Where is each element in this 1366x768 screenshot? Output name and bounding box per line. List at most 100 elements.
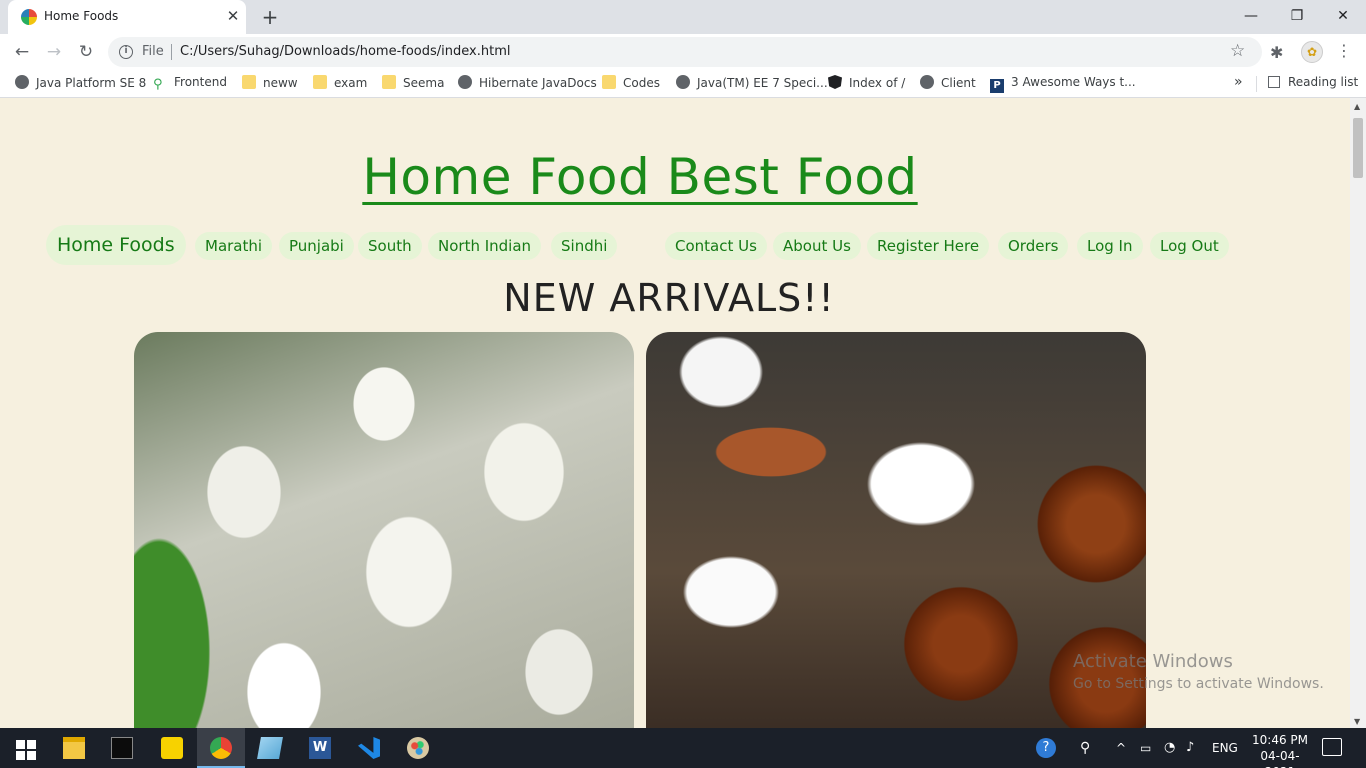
show-hidden-icons-icon[interactable]: ^ — [1116, 728, 1126, 768]
scroll-down-icon[interactable]: ▼ — [1354, 717, 1360, 726]
bookmark-item[interactable]: Java Platform SE 8 — [15, 75, 146, 93]
people-icon[interactable]: ⚲ — [1080, 728, 1090, 768]
folder-icon — [382, 75, 396, 89]
volume-icon[interactable]: ♪ — [1186, 728, 1194, 768]
nav-punjabi[interactable]: Punjabi — [279, 232, 354, 260]
bookmark-item[interactable]: exam — [313, 75, 367, 93]
nav-orders[interactable]: Orders — [998, 232, 1069, 260]
scroll-up-icon[interactable]: ▲ — [1354, 102, 1360, 111]
bookmark-label: Codes — [623, 76, 660, 90]
extensions-icon[interactable]: ✱ — [1270, 43, 1283, 62]
bookmark-label: Frontend — [174, 75, 227, 89]
site-favicon-icon — [21, 9, 37, 25]
clock-date: 04-04-2021 — [1260, 749, 1300, 768]
map-pin-icon: ⚲ — [153, 77, 163, 92]
bookmark-item[interactable]: Codes — [602, 75, 660, 93]
clock-time: 10:46 PM — [1252, 733, 1308, 747]
terminal-icon — [111, 737, 133, 759]
nav-marathi[interactable]: Marathi — [195, 232, 273, 260]
angular-icon — [828, 75, 842, 89]
wifi-icon[interactable]: ◔ — [1164, 728, 1175, 768]
maximize-button[interactable]: ❐ — [1282, 4, 1312, 28]
profile-avatar[interactable]: ✿ — [1301, 41, 1323, 63]
bookmark-label: Index of / — [849, 76, 906, 90]
bookmark-item[interactable]: Java(TM) EE 7 Speci... — [676, 75, 828, 93]
bookmark-item[interactable]: Index of / — [828, 75, 905, 93]
globe-icon — [676, 75, 690, 89]
battery-icon[interactable]: ▭ — [1140, 728, 1151, 768]
nav-contact-us[interactable]: Contact Us — [665, 232, 767, 260]
page-viewport: Home Food Best Food Home Foods Marathi P… — [0, 98, 1350, 728]
taskbar-media-player[interactable] — [148, 728, 196, 768]
omnibox-divider — [171, 44, 172, 60]
windows-taskbar: W ? ⚲ ^ ▭ ◔ ♪ ENG 10:46 PM 04-04-2021 — [0, 728, 1366, 768]
bookmark-item[interactable]: P 3 Awesome Ways t... — [990, 75, 1136, 93]
reading-list-label: Reading list — [1288, 75, 1359, 89]
taskbar-terminal[interactable] — [98, 728, 146, 768]
info-icon[interactable]: i — [119, 45, 133, 59]
vscode-icon — [358, 737, 380, 759]
reload-button[interactable]: ↻ — [74, 40, 98, 64]
nav-register-here[interactable]: Register Here — [867, 232, 990, 260]
taskbar-word[interactable]: W — [296, 728, 344, 768]
bookmark-item[interactable]: neww — [242, 75, 298, 93]
reading-list-icon — [1268, 76, 1280, 88]
modak-food-image[interactable] — [134, 332, 634, 728]
bookmark-label: exam — [334, 76, 368, 90]
address-bar[interactable]: i File C:/Users/Suhag/Downloads/home-foo… — [108, 37, 1262, 67]
nav-south[interactable]: South — [358, 232, 422, 260]
taskbar-chrome[interactable] — [197, 728, 245, 768]
scroll-thumb[interactable] — [1353, 118, 1363, 178]
browser-tab[interactable]: Home Foods ✕ — [8, 0, 246, 34]
folder-icon — [602, 75, 616, 89]
notepad-icon — [257, 737, 283, 759]
media-player-icon — [161, 737, 183, 759]
nav-about-us[interactable]: About Us — [773, 232, 861, 260]
forward-button[interactable]: → — [42, 40, 66, 64]
activate-windows-watermark: Activate Windows Go to Settings to activ… — [1073, 651, 1324, 692]
site-title-link[interactable]: Home Food Best Food — [0, 148, 1280, 206]
bookmark-label: Client — [941, 76, 976, 90]
nav-log-out[interactable]: Log Out — [1150, 232, 1229, 260]
folder-icon — [242, 75, 256, 89]
bookmark-label: Java(TM) EE 7 Speci... — [697, 76, 828, 90]
bookmark-item[interactable]: ⚲ Frontend — [153, 75, 227, 93]
bookmark-item[interactable]: Hibernate JavaDocs — [458, 75, 597, 93]
more-bookmarks-icon[interactable]: » — [1234, 74, 1243, 90]
new-tab-button[interactable]: + — [258, 5, 282, 29]
notifications-icon[interactable] — [1322, 738, 1342, 756]
page-scrollbar[interactable]: ▲ ▼ — [1350, 98, 1366, 728]
bookmark-item[interactable]: Seema — [382, 75, 444, 93]
browser-menu-icon[interactable]: ⋮ — [1336, 41, 1352, 60]
language-indicator[interactable]: ENG — [1212, 728, 1238, 768]
bookmark-star-icon[interactable]: ☆ — [1230, 41, 1245, 61]
url-text[interactable]: C:/Users/Suhag/Downloads/home-foods/inde… — [180, 44, 510, 59]
nav-home-foods[interactable]: Home Foods — [46, 225, 186, 265]
system-clock[interactable]: 10:46 PM 04-04-2021 — [1248, 732, 1312, 768]
taskbar-file-explorer[interactable] — [50, 728, 98, 768]
reading-list-button[interactable]: Reading list — [1268, 75, 1358, 89]
nav-sindhi[interactable]: Sindhi — [551, 232, 618, 260]
watermark-title: Activate Windows — [1073, 651, 1233, 672]
taskbar-paint[interactable] — [394, 728, 442, 768]
taskbar-vscode[interactable] — [345, 728, 393, 768]
globe-icon — [458, 75, 472, 89]
close-tab-icon[interactable]: ✕ — [224, 7, 242, 25]
word-icon: W — [309, 737, 331, 759]
folder-icon — [313, 75, 327, 89]
close-window-button[interactable]: ✕ — [1328, 4, 1358, 28]
start-button[interactable] — [0, 728, 48, 768]
nav-log-in[interactable]: Log In — [1077, 232, 1143, 260]
back-button[interactable]: ← — [10, 40, 34, 64]
bookmark-item[interactable]: Client — [920, 75, 976, 93]
paint-icon — [407, 737, 429, 759]
help-icon[interactable]: ? — [1036, 738, 1056, 758]
nav-north-indian[interactable]: North Indian — [428, 232, 542, 260]
gulab-jamun-food-image[interactable] — [646, 332, 1146, 728]
browser-toolbar: ← → ↻ i File C:/Users/Suhag/Downloads/ho… — [0, 34, 1366, 70]
taskbar-notepad[interactable] — [246, 728, 294, 768]
bookmark-label: neww — [263, 76, 298, 90]
bookmark-label: Hibernate JavaDocs — [479, 76, 597, 90]
p-icon: P — [990, 79, 1004, 93]
minimize-button[interactable]: — — [1236, 4, 1266, 28]
